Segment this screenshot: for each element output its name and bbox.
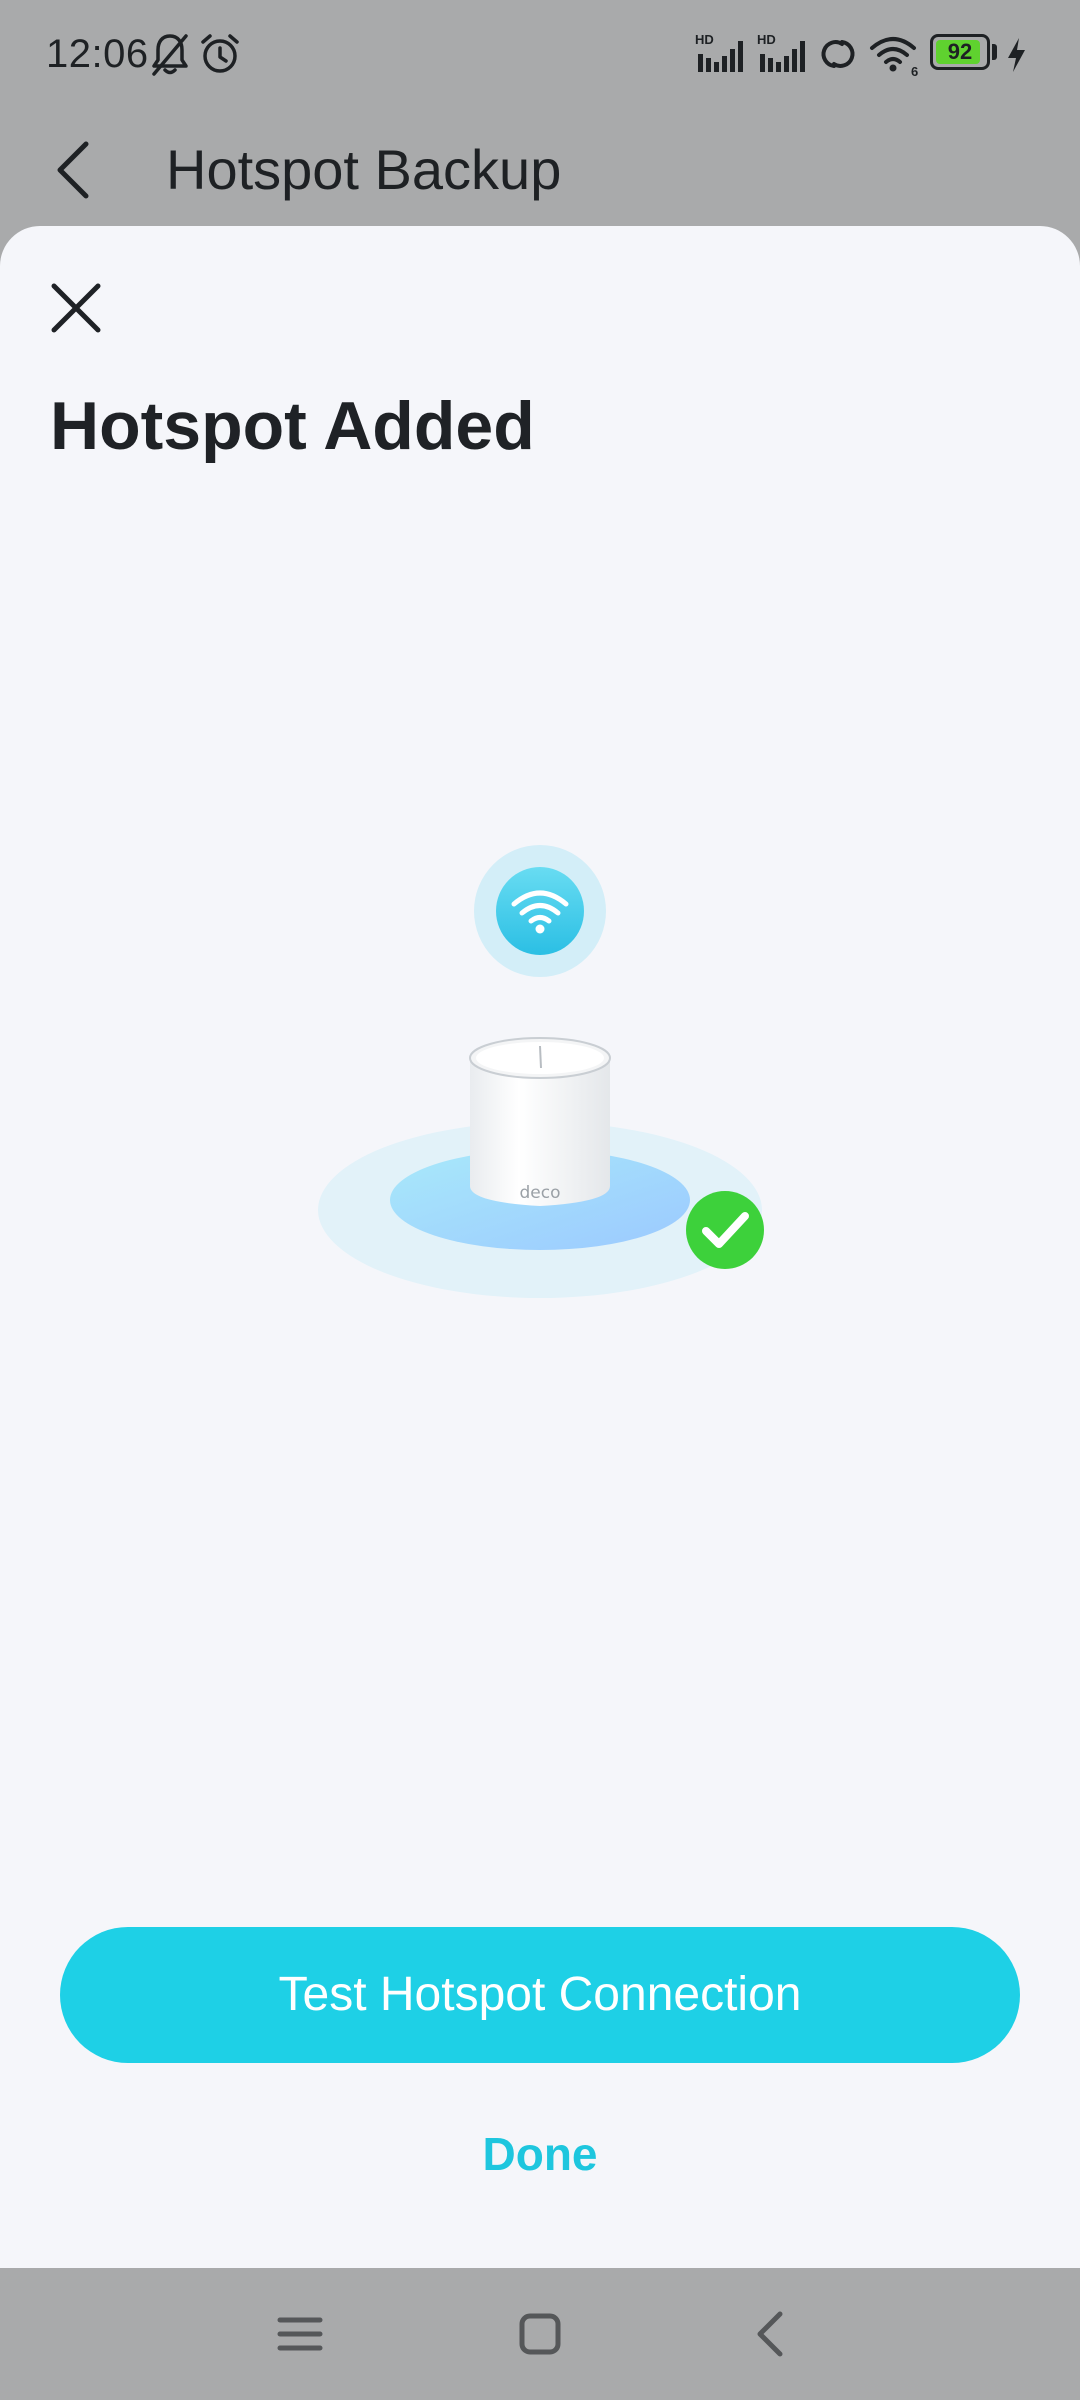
bell-off-icon [152,34,188,76]
hotspot-added-sheet: Hotspot Added deco Test Hotspot Connecti… [0,226,1080,2268]
home-icon[interactable] [508,2302,572,2366]
chevron-left-icon[interactable] [50,138,98,202]
svg-text:HD: HD [757,32,776,47]
wifi-6-icon: 6 [870,37,918,78]
svg-text:6: 6 [911,64,918,78]
system-nav-bar [0,2268,1080,2400]
battery-level: 92 [947,39,973,64]
app-header: Hotspot Backup [0,108,1080,228]
menu-icon[interactable] [268,2302,332,2366]
deco-success-illustration: deco [318,845,764,1298]
close-icon[interactable] [40,272,112,344]
done-button[interactable]: Done [390,2114,690,2194]
signal-hd-1-icon: HD [695,32,743,72]
deco-device-label: deco [520,1183,561,1203]
battery-nub [992,44,997,60]
svg-text:HD: HD [695,32,714,47]
charging-icon [1008,38,1025,72]
check-badge-icon [686,1191,764,1269]
back-icon[interactable] [740,2302,804,2366]
alarm-icon [201,34,239,73]
app-title: Hotspot Backup [166,138,562,201]
hotspot-link-icon [821,40,855,68]
deco-device: deco [469,1037,611,1206]
test-hotspot-connection-button[interactable]: Test Hotspot Connection [60,1927,1020,2063]
signal-hd-2-icon: HD [757,32,805,72]
wifi-bubble-icon [474,845,606,977]
battery-indicator: 92 [930,34,990,70]
sheet-title: Hotspot Added [50,388,535,464]
status-time: 12:06 [46,32,149,76]
status-bar: 12:06 HD HD 6 92 [0,0,1080,108]
